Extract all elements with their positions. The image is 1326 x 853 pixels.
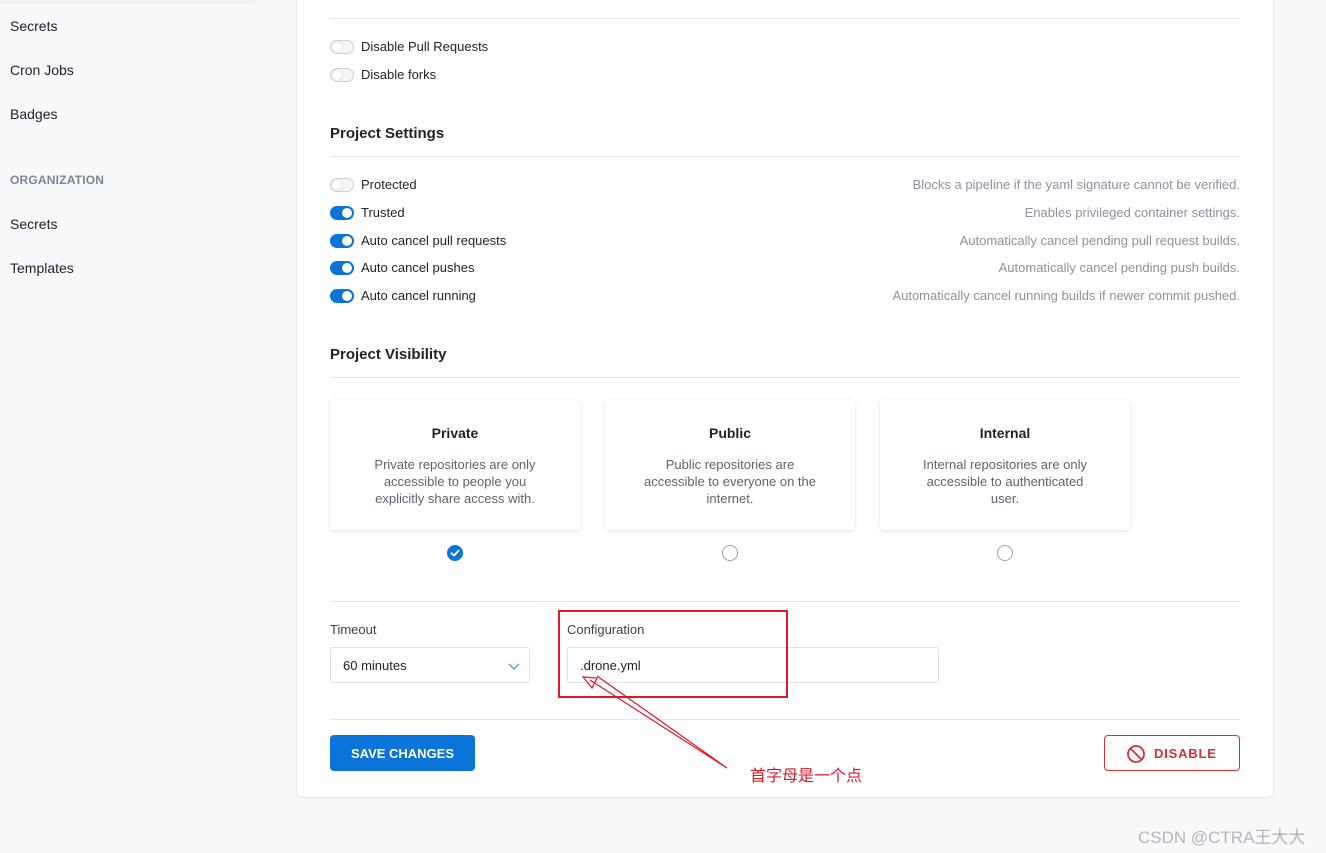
sidebar: Secrets Cron Jobs Badges ORGANIZATION Se… (0, 0, 255, 853)
disable-button[interactable]: DISABLE (1104, 735, 1240, 771)
disable-pull-requests-toggle[interactable] (330, 40, 354, 54)
sidebar-item-secrets[interactable]: Secrets (10, 18, 57, 34)
visibility-divider (330, 377, 1240, 378)
visibility-card-description: Private repositories are only accessible… (374, 457, 536, 506)
watermark: CSDN @CTRA王大大 (1138, 828, 1306, 847)
toggle-row-auto-cancel-pull-requests: Auto cancel pull requests Automatically … (330, 232, 1240, 250)
auto-cancel-running-toggle[interactable] (330, 289, 354, 303)
sidebar-item-badges[interactable]: Badges (10, 106, 57, 122)
toggle-label: Auto cancel pushes (361, 260, 475, 275)
toggle-label: Auto cancel pull requests (361, 233, 507, 248)
public-radio[interactable] (722, 545, 738, 561)
toggle-description: Automatically cancel pending push builds… (998, 260, 1240, 275)
sidebar-active-indicator (0, 0, 255, 4)
protected-toggle[interactable] (330, 178, 354, 192)
toggle-label: Disable forks (361, 67, 437, 82)
visibility-card-description: Public repositories are accessible to ev… (644, 457, 816, 506)
visibility-card-private[interactable]: Private Private repositories are only ac… (330, 400, 580, 530)
toggle-row-auto-cancel-pushes: Auto cancel pushes Automatically cancel … (330, 259, 1240, 277)
sidebar-section-organization: ORGANIZATION (10, 173, 105, 187)
trusted-toggle[interactable] (330, 206, 354, 220)
ban-icon (1127, 745, 1145, 763)
webhooks-divider (330, 18, 1240, 19)
toggle-description: Automatically cancel pending pull reques… (959, 233, 1240, 248)
visibility-card-title: Private (431, 425, 479, 441)
chevron-down-icon (508, 663, 520, 670)
annotation-highlight-box (558, 610, 788, 698)
visibility-card-public[interactable]: Public Public repositories are accessibl… (605, 400, 855, 530)
fields-divider (330, 601, 1240, 602)
project-settings-title: Project Settings (330, 125, 445, 142)
visibility-card-internal[interactable]: Internal Internal repositories are only … (880, 400, 1130, 530)
disable-label: DISABLE (1154, 746, 1217, 761)
toggle-row-disable-pull-requests: Disable Pull Requests (330, 38, 1240, 56)
toggle-description: Automatically cancel running builds if n… (892, 288, 1240, 303)
internal-radio[interactable] (997, 545, 1013, 561)
visibility-card-title: Public (708, 425, 751, 441)
toggle-label: Disable Pull Requests (361, 39, 489, 54)
toggle-label: Trusted (361, 205, 405, 220)
toggle-description: Blocks a pipeline if the yaml signature … (912, 177, 1240, 192)
private-radio[interactable] (447, 545, 463, 561)
auto-cancel-pull-requests-toggle[interactable] (330, 234, 354, 248)
save-changes-button[interactable]: SAVE CHANGES (330, 735, 475, 771)
toggle-description: Enables privileged container settings. (1024, 205, 1240, 220)
visibility-card-title: Internal (979, 425, 1031, 441)
checkmark-icon (450, 549, 460, 557)
toggle-row-auto-cancel-running: Auto cancel running Automatically cancel… (330, 287, 1240, 305)
actions-divider (330, 719, 1240, 720)
project-visibility-title: Project Visibility (330, 346, 447, 363)
toggle-label: Auto cancel running (361, 288, 476, 303)
annotation-text: 首字母是一个点 (750, 768, 863, 785)
sidebar-item-cron-jobs[interactable]: Cron Jobs (10, 62, 74, 78)
timeout-select[interactable]: 60 minutes (330, 647, 530, 683)
timeout-value: 60 minutes (343, 658, 407, 673)
disable-forks-toggle[interactable] (330, 68, 354, 82)
sidebar-item-org-secrets[interactable]: Secrets (10, 216, 57, 232)
toggle-label: Protected (361, 177, 417, 192)
visibility-card-description: Internal repositories are only accessibl… (922, 457, 1088, 506)
toggle-row-trusted: Trusted Enables privileged container set… (330, 204, 1240, 222)
settings-divider (330, 156, 1240, 157)
sidebar-item-templates[interactable]: Templates (10, 260, 74, 276)
toggle-row-disable-forks: Disable forks (330, 66, 1240, 84)
toggle-row-protected: Protected Blocks a pipeline if the yaml … (330, 176, 1240, 194)
timeout-label: Timeout (330, 622, 377, 637)
auto-cancel-pushes-toggle[interactable] (330, 261, 354, 275)
